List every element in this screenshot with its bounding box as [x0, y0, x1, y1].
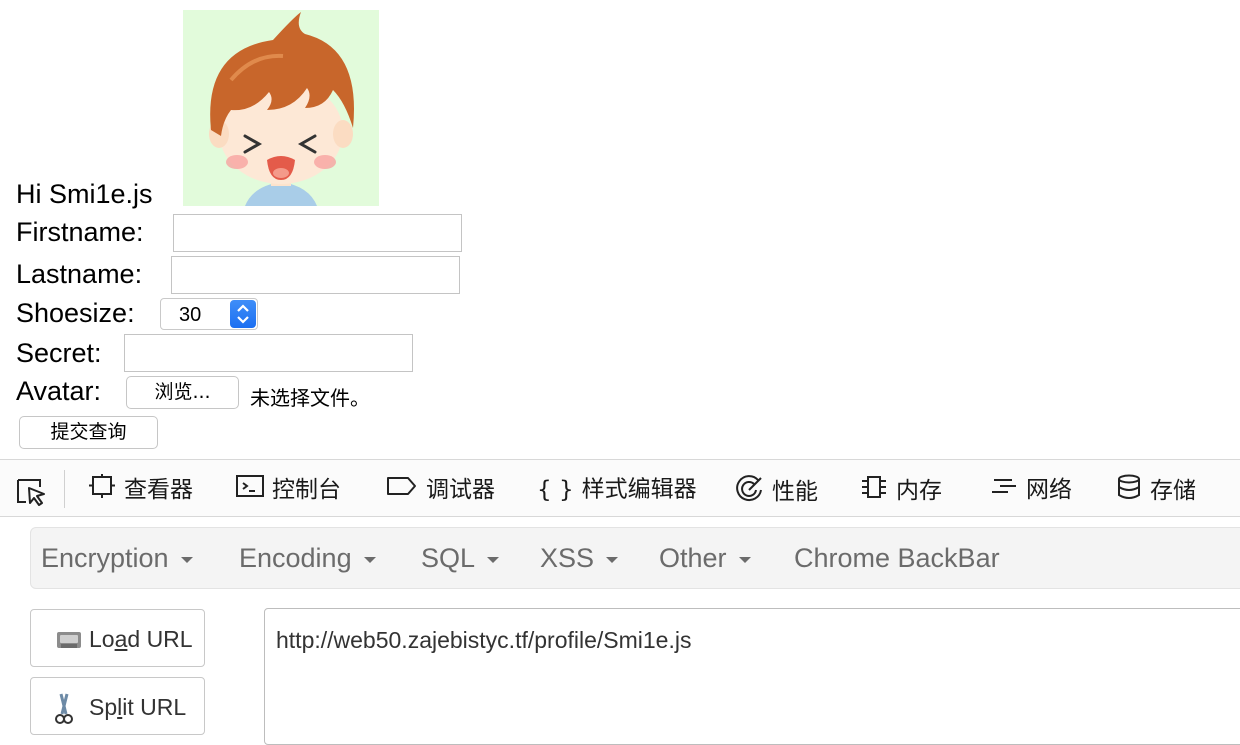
- inspector-icon: [88, 474, 116, 506]
- secret-input[interactable]: [124, 334, 413, 372]
- greeting-text: Hi Smi1e.js: [16, 179, 153, 209]
- network-icon: [990, 474, 1018, 506]
- tab-inspector[interactable]: 查看器: [88, 474, 193, 504]
- caret-down-icon: [363, 556, 376, 563]
- shoesize-label: Shoesize:: [16, 298, 135, 328]
- menu-other[interactable]: Other: [659, 543, 751, 574]
- avatar-image: [183, 10, 379, 206]
- firstname-label: Firstname:: [16, 217, 144, 247]
- menu-xss[interactable]: XSS: [540, 543, 619, 574]
- caret-down-icon: [180, 556, 193, 563]
- caret-down-icon: [738, 556, 751, 563]
- url-textarea[interactable]: http://web50.zajebistyc.tf/profile/Smi1e…: [264, 608, 1240, 745]
- menu-encoding[interactable]: Encoding: [239, 543, 376, 574]
- load-url-button[interactable]: Load URL: [30, 609, 205, 667]
- memory-icon: [860, 474, 888, 508]
- split-url-button[interactable]: Split URL: [30, 677, 205, 735]
- toolbar-separator: [64, 470, 65, 508]
- tab-storage[interactable]: 存储: [1116, 474, 1196, 504]
- tab-network[interactable]: 网络: [990, 474, 1072, 504]
- submit-button[interactable]: 提交查询: [19, 416, 158, 449]
- menu-encryption[interactable]: Encryption: [41, 543, 193, 574]
- style-editor-icon: { }: [537, 476, 574, 503]
- tab-console[interactable]: 控制台: [236, 474, 341, 504]
- tab-performance[interactable]: 性能: [734, 474, 818, 505]
- debugger-icon: [386, 474, 418, 506]
- devtools-toolbar: 查看器 控制台 调试器 { } 样式编辑器 性能 内存 网络 存储: [0, 459, 1240, 517]
- storage-icon: [1116, 474, 1142, 508]
- browse-button[interactable]: 浏览...: [126, 376, 239, 409]
- caret-down-icon: [606, 556, 619, 563]
- tab-memory[interactable]: 内存: [860, 474, 942, 504]
- performance-icon: [734, 474, 764, 510]
- lastname-label: Lastname:: [16, 259, 143, 289]
- caret-down-icon: [487, 556, 500, 563]
- console-icon: [236, 474, 264, 506]
- firstname-input[interactable]: [173, 214, 462, 252]
- element-picker-icon[interactable]: [16, 478, 48, 506]
- shoesize-value: 30: [179, 304, 202, 326]
- file-status-text: 未选择文件。: [250, 386, 370, 410]
- menu-chrome-backbar[interactable]: Chrome BackBar: [794, 543, 1000, 574]
- load-url-icon: [53, 624, 85, 659]
- tab-style-editor[interactable]: { } 样式编辑器: [537, 474, 697, 504]
- hackbar-menu: Encryption Encoding SQL XSS Other Chrome…: [30, 527, 1240, 589]
- menu-sql[interactable]: SQL: [421, 543, 500, 574]
- spinner-arrows-icon[interactable]: [230, 300, 256, 328]
- scissors-icon: [53, 692, 75, 731]
- secret-label: Secret:: [16, 338, 102, 368]
- lastname-input[interactable]: [171, 256, 460, 294]
- shoesize-number-input[interactable]: 30: [160, 298, 258, 330]
- tab-debugger[interactable]: 调试器: [386, 474, 495, 504]
- avatar-label: Avatar:: [16, 376, 102, 406]
